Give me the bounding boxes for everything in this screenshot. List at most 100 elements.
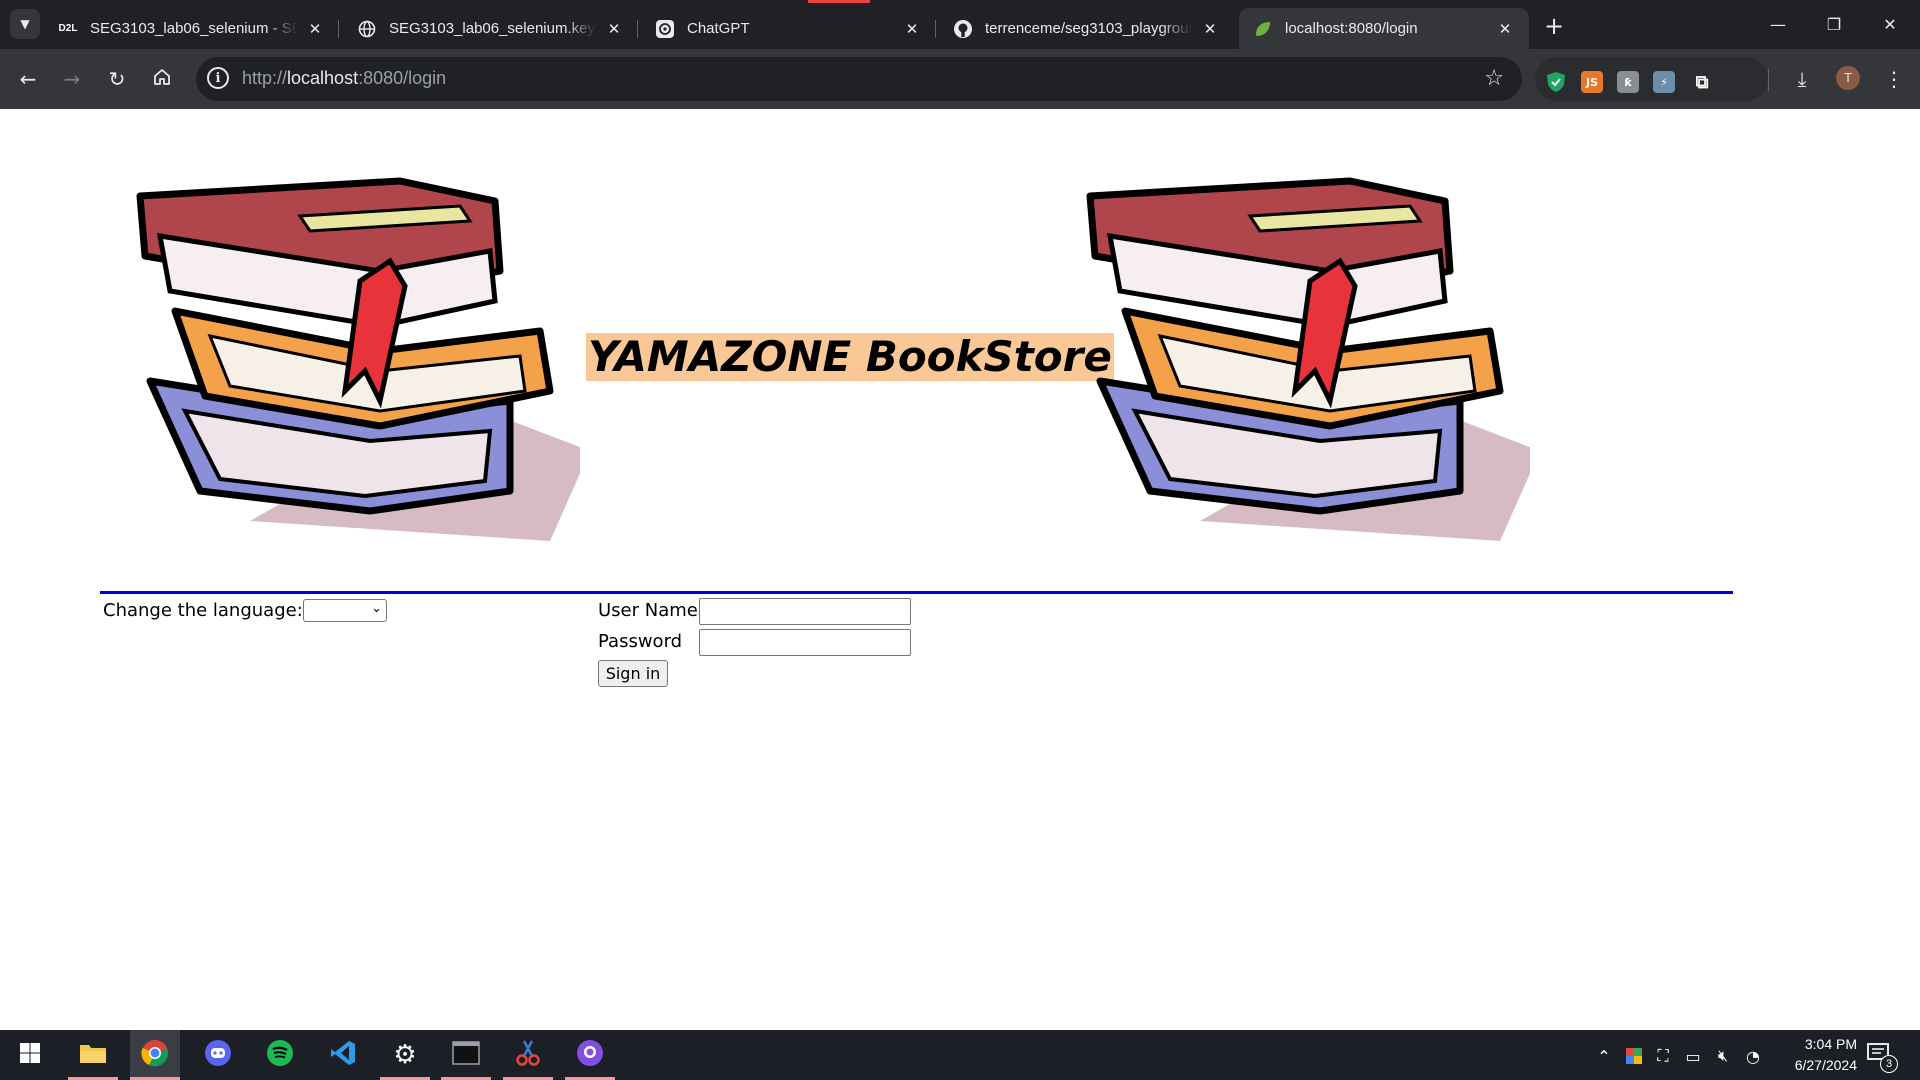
meet-now-icon[interactable]: ⛶ [1652,1045,1674,1067]
volume-muted-icon[interactable]: 🔇︎ [1712,1045,1734,1067]
bookmark-star-icon[interactable]: ☆ [1484,66,1504,91]
discord-icon [204,1039,232,1071]
password-label: Password [598,631,683,652]
site-info-icon[interactable]: i [207,67,229,89]
url-text[interactable]: http://localhost:8080/login [242,68,446,89]
close-icon[interactable]: ✕ [305,19,325,39]
tab-github[interactable]: terrenceme/seg3103_playground ✕ [939,8,1234,49]
taskbar-discord[interactable] [193,1030,243,1080]
taskbar-chrome[interactable] [130,1030,180,1080]
forward-button[interactable]: → [56,63,88,95]
browser-toolbar: ← → ↻ i http://localhost:8080/login ☆ JS… [0,49,1920,109]
web-page: YAMAZONE BookStore Change the language: … [0,109,1920,1030]
restore-button[interactable]: ❐ [1806,0,1862,49]
menu-button[interactable]: ⋮ [1878,63,1910,95]
taskbar-terminal[interactable] [441,1030,491,1080]
back-button[interactable]: ← [12,63,44,95]
chevron-down-icon: ⌄ [371,601,382,616]
spring-leaf-icon [1253,19,1273,39]
close-icon[interactable]: ✕ [604,19,624,39]
books-image-left [136,177,580,541]
reload-button[interactable]: ↻ [101,63,133,95]
tab-loading-indicator [808,0,870,3]
tab-separator [935,20,936,38]
taskbar-snipping-tool[interactable] [503,1030,553,1080]
tab-title: localhost:8080/login [1285,20,1418,37]
books-image-right [1086,177,1530,541]
minimize-button[interactable]: — [1750,0,1806,49]
shield-extension-icon[interactable] [1545,71,1567,93]
address-bar[interactable]: i http://localhost:8080/login ☆ [196,57,1522,101]
battery-icon[interactable]: ▭ [1682,1045,1704,1067]
start-button[interactable] [5,1030,55,1080]
tab-localhost[interactable]: localhost:8080/login ✕ [1239,8,1529,49]
settings-icon: ⚙ [393,1040,417,1070]
plus-icon: + [1543,12,1565,40]
file-explorer-icon [79,1041,107,1069]
tab-key[interactable]: SEG3103_lab06_selenium.key ✕ [343,8,638,49]
tab-search-button[interactable]: ▼ [10,9,40,39]
tab-d2l[interactable]: D2L SEG3103_lab06_selenium - SEG ✕ [44,8,339,49]
downloads-button[interactable]: ⤓ [1786,63,1818,95]
snipping-tool-icon [515,1039,541,1071]
k-extension-icon[interactable]: ƙ [1617,71,1639,93]
globe-icon [357,19,377,39]
download-icon: ⤓ [1797,67,1807,91]
github-icon [953,19,973,39]
store-title: YAMAZONE BookStore [586,332,1114,381]
terminal-icon [452,1041,480,1069]
tab-title: ChatGPT [687,20,750,37]
url-scheme: http:// [242,68,288,88]
home-icon [152,67,172,92]
new-tab-button[interactable]: + [1540,12,1568,40]
extensions-panel: JS ƙ ⚡ ⧉ [1535,57,1768,101]
tab-title: SEG3103_lab06_selenium - SEG [90,20,297,37]
tab-separator [637,20,638,38]
tab-title: terrenceme/seg3103_playground [985,20,1192,37]
sign-in-button[interactable]: Sign in [598,660,668,687]
js-extension-icon[interactable]: JS [1581,71,1603,93]
header-divider [100,591,1733,594]
taskbar-vscode[interactable] [318,1030,368,1080]
tab-strip: ▼ D2L SEG3103_lab06_selenium - SEG ✕ SEG… [0,0,1920,49]
chatgpt-icon [655,19,675,39]
color-picker-tray-icon[interactable] [1623,1045,1645,1067]
d2l-icon: D2L [58,23,78,34]
close-icon: ✕ [1883,15,1897,34]
wifi-icon[interactable]: ◔ [1742,1045,1764,1067]
close-icon[interactable]: ✕ [902,19,922,39]
clock-date: 6/27/2024 [1794,1057,1857,1073]
username-input[interactable] [699,598,911,625]
spotify-icon [266,1039,294,1071]
taskbar-settings[interactable]: ⚙ [380,1030,430,1080]
puzzle-icon[interactable]: ⧉ [1691,71,1713,93]
vscode-icon [329,1039,357,1071]
taskbar-github-desktop[interactable] [565,1030,615,1080]
bolt-extension-icon[interactable]: ⚡ [1653,71,1675,93]
windows-taskbar: ⚙ ⌃ ⛶ ▭ 🔇︎ ◔ [0,1030,1920,1080]
kebab-menu-icon: ⋮ [1884,67,1904,91]
language-select[interactable]: ⌄ [303,599,387,622]
arrow-right-icon: → [63,67,81,91]
taskbar-spotify[interactable] [255,1030,305,1080]
url-host: localhost [287,68,359,88]
close-icon[interactable]: ✕ [1200,19,1220,39]
close-icon[interactable]: ✕ [1495,19,1515,39]
url-path: :8080/login [358,68,447,88]
arrow-left-icon: ← [19,67,37,91]
password-input[interactable] [699,629,911,656]
taskbar-clock[interactable]: 3:04 PM 6/27/2024 [1767,1034,1857,1076]
taskbar-file-explorer[interactable] [68,1030,118,1080]
profile-avatar[interactable]: T [1836,66,1860,90]
username-label: User Name [598,600,698,621]
clock-time: 3:04 PM [1804,1036,1857,1052]
chevron-down-icon: ▼ [20,17,30,31]
home-button[interactable] [146,63,178,95]
notification-center-button[interactable]: 3 [1866,1041,1898,1073]
tab-chatgpt[interactable]: ChatGPT ✕ [641,8,936,49]
tab-title: SEG3103_lab06_selenium.key [389,20,595,37]
tab-separator [338,20,339,38]
chrome-icon [141,1039,169,1071]
close-window-button[interactable]: ✕ [1862,0,1918,49]
show-hidden-icons-chevron-up-icon[interactable]: ⌃ [1593,1045,1615,1067]
